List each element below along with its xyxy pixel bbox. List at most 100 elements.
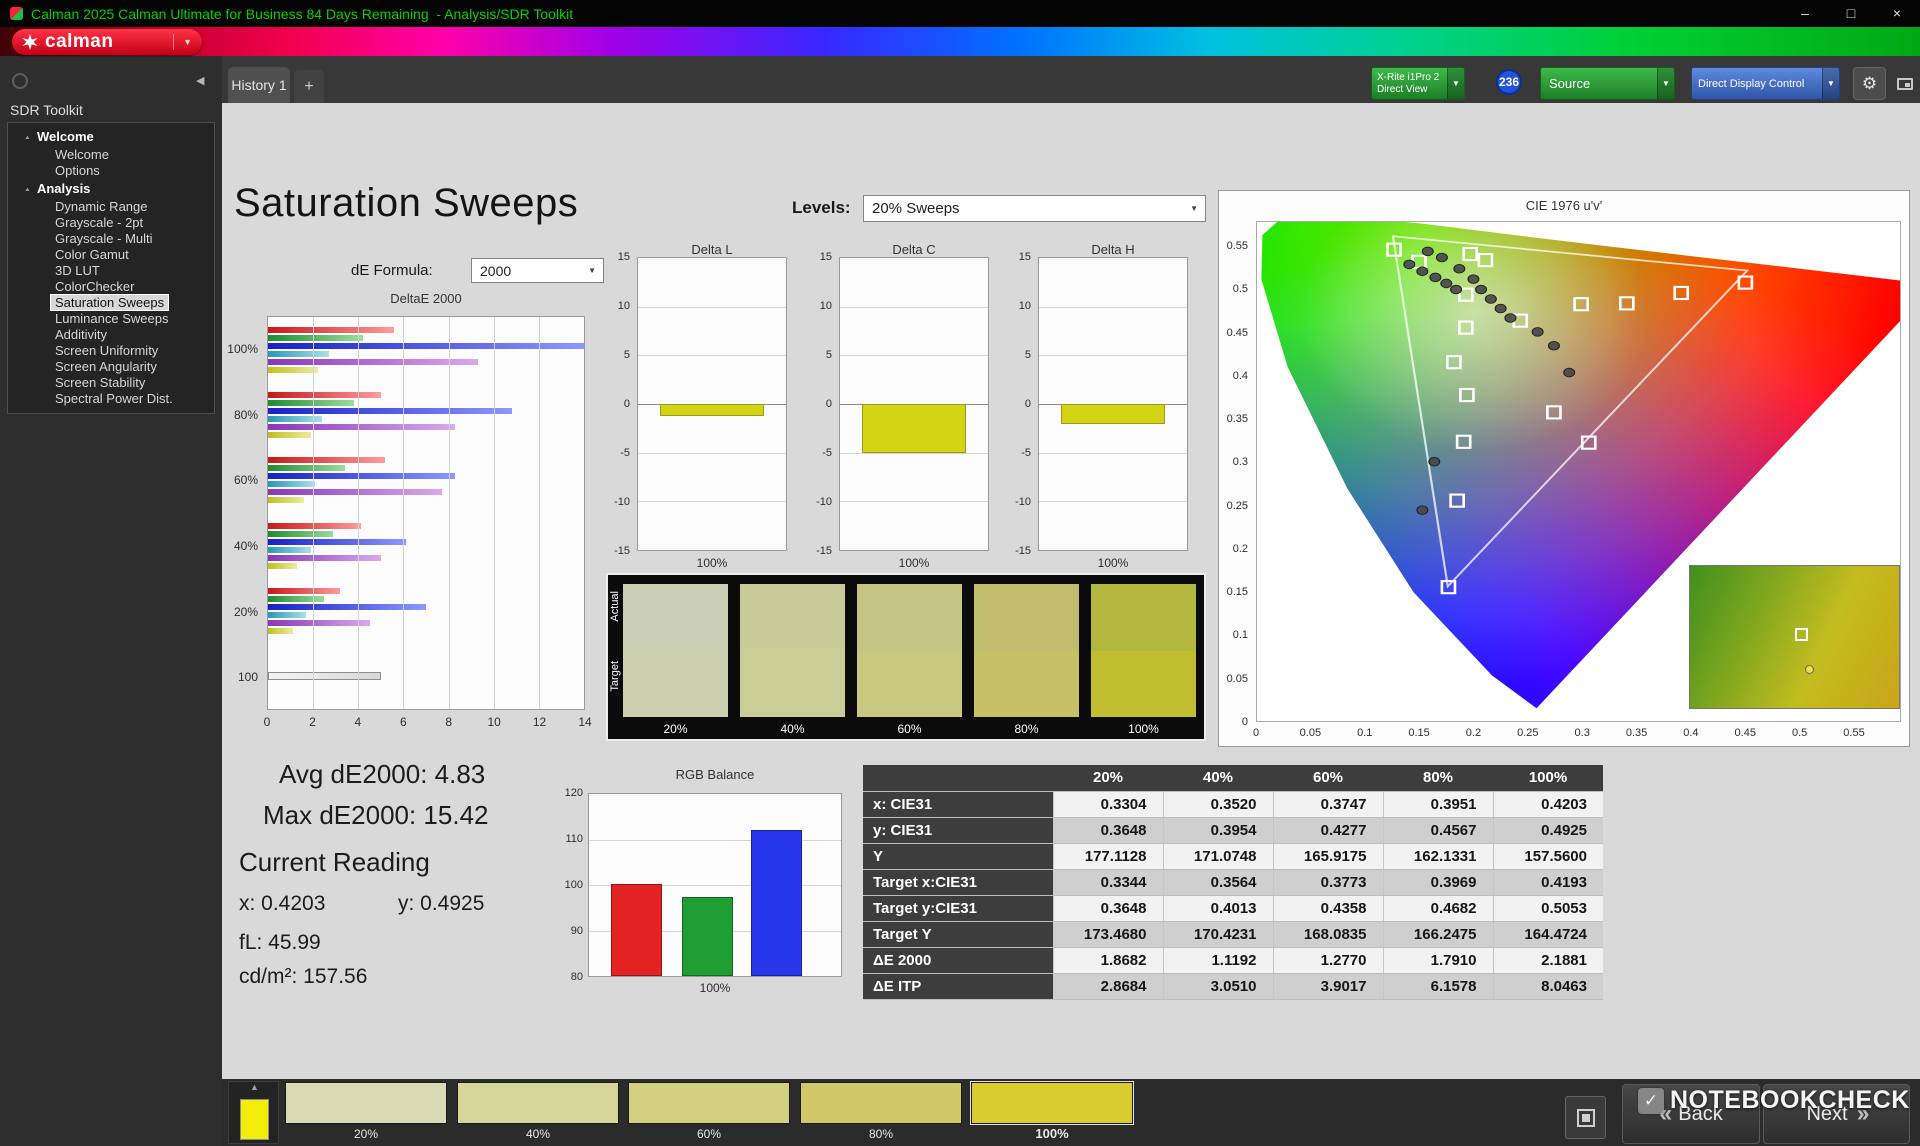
row-value: 162.1331 bbox=[1382, 843, 1493, 870]
sidebar-item-dynamic-range[interactable]: Dynamic Range bbox=[8, 199, 214, 215]
sidebar-item-screen-angularity[interactable]: Screen Angularity bbox=[8, 359, 214, 375]
row-value: 6.1578 bbox=[1382, 973, 1493, 1000]
swatch-comparison-strip: Actual Target 20% 40% 60% 80% 100% bbox=[606, 573, 1206, 741]
pattern-window-button[interactable] bbox=[1565, 1096, 1606, 1139]
patch-button-20[interactable]: 20% bbox=[285, 1082, 447, 1144]
minimize-button[interactable]: – bbox=[1782, 0, 1828, 27]
deltae-group-40 bbox=[268, 513, 584, 578]
row-value: 0.4358 bbox=[1272, 895, 1383, 922]
deltae-bar-magenta bbox=[268, 358, 478, 365]
delta_l-bar bbox=[660, 404, 764, 416]
patch-button-60[interactable]: 60% bbox=[628, 1082, 790, 1144]
row-label: Target y:CIE31 bbox=[863, 895, 1053, 922]
calman-menu-button[interactable]: calman ▼ bbox=[12, 29, 202, 55]
actual-swatch bbox=[623, 584, 728, 651]
delta_l-plot bbox=[637, 257, 787, 551]
sidebar-item-welcome[interactable]: Welcome bbox=[8, 147, 214, 163]
patch-button-80[interactable]: 80% bbox=[800, 1082, 962, 1144]
rgb-ylabels: 120 110 100 90 80 bbox=[564, 787, 583, 983]
row-value: 3.0510 bbox=[1162, 973, 1273, 1000]
row-label: x: CIE31 bbox=[863, 791, 1053, 818]
patch-button-40[interactable]: 40% bbox=[457, 1082, 619, 1144]
patch-button-100[interactable]: 100% bbox=[970, 1081, 1134, 1144]
sidebar-item-3d-lut[interactable]: 3D LUT bbox=[8, 263, 214, 279]
swatch-label: 60% bbox=[897, 722, 922, 736]
title-bar: Calman 2025 Calman Ultimate for Business… bbox=[0, 0, 1920, 27]
current-fl: fL: 45.99 bbox=[239, 931, 321, 954]
sidebar-item-grayscale-multi[interactable]: Grayscale - Multi bbox=[8, 231, 214, 247]
tree-group-analysis[interactable]: ▲ Analysis bbox=[8, 179, 214, 199]
row-value: 157.5600 bbox=[1492, 843, 1603, 870]
sidebar-item-saturation-sweeps[interactable]: Saturation Sweeps bbox=[8, 294, 214, 311]
delta_c-plot bbox=[839, 257, 989, 551]
close-button[interactable]: × bbox=[1874, 0, 1920, 27]
deltae-bar-yellow bbox=[268, 627, 293, 634]
sdr-toolkit-tree: ▲ Welcome Welcome Options ▲ Analysis Dynamic R… bbox=[7, 122, 215, 414]
sidebar-item-screen-stability[interactable]: Screen Stability bbox=[8, 375, 214, 391]
deltae-plot bbox=[267, 316, 585, 710]
strip-swatch-60: 60% bbox=[857, 584, 962, 739]
sidebar-item-additivity[interactable]: Additivity bbox=[8, 327, 214, 343]
deltae-chart-title: DeltaE 2000 bbox=[390, 291, 462, 306]
sidebar-item-luminance-sweeps[interactable]: Luminance Sweeps bbox=[8, 311, 214, 327]
window-layout-button[interactable] bbox=[1892, 69, 1918, 98]
actual-swatch bbox=[857, 584, 962, 651]
sidebar-menu-icon[interactable] bbox=[12, 73, 28, 89]
chevron-down-icon: ▼ bbox=[1447, 68, 1464, 99]
delta_c-bar bbox=[862, 404, 966, 453]
maximize-button[interactable]: □ bbox=[1828, 0, 1874, 27]
de-formula-dropdown[interactable]: 2000 ▼ bbox=[471, 258, 604, 283]
sidebar-item-options[interactable]: Options bbox=[8, 163, 214, 179]
exposure-badge[interactable]: 236 bbox=[1496, 69, 1522, 95]
meter-dropdown[interactable]: X-Rite i1Pro 2 Direct View ▼ bbox=[1371, 67, 1465, 100]
row-value: 8.0463 bbox=[1492, 973, 1603, 1000]
target-swatch bbox=[857, 650, 962, 717]
levels-dropdown[interactable]: 20% Sweeps ▼ bbox=[863, 195, 1206, 222]
target-swatch bbox=[974, 650, 1079, 717]
delta_h-plot bbox=[1038, 257, 1188, 551]
meter-mode: Direct View bbox=[1377, 83, 1428, 95]
sidebar-collapse-icon[interactable]: ◀ bbox=[196, 74, 204, 87]
row-value: 165.9175 bbox=[1272, 843, 1383, 870]
row-value: 0.4682 bbox=[1382, 895, 1493, 922]
measured-point bbox=[1450, 284, 1463, 295]
chevron-down-icon[interactable]: ▼ bbox=[173, 34, 192, 50]
monitor-icon bbox=[1897, 77, 1913, 90]
rgb-bar-blue bbox=[751, 829, 802, 976]
table-row-target-y-cie31: Target y:CIE31 0.3648 0.4013 0.4358 0.4682 0.… bbox=[863, 895, 1603, 922]
sidebar-item-screen-uniformity[interactable]: Screen Uniformity bbox=[8, 343, 214, 359]
deltae-bar-cyan bbox=[268, 546, 311, 553]
chevron-down-icon: ▼ bbox=[1190, 204, 1198, 213]
deltae-bar-green bbox=[268, 530, 334, 537]
measured-point bbox=[1531, 327, 1544, 337]
deltae-bar-blue bbox=[268, 342, 584, 349]
sidebar-item-spectral-power-dist[interactable]: Spectral Power Dist. bbox=[8, 391, 214, 407]
table-row-y: Y 177.1128 171.0748 165.9175 162.1331 157.560… bbox=[863, 843, 1603, 870]
add-tab-button[interactable]: + bbox=[294, 70, 324, 103]
display-control-dropdown[interactable]: Direct Display Control ▼ bbox=[1691, 67, 1840, 100]
chevron-down-icon: ▼ bbox=[588, 266, 596, 275]
row-label: Target Y bbox=[863, 921, 1053, 948]
notebookcheck-logo-icon: ✓ bbox=[1638, 1087, 1664, 1114]
tab-history-1[interactable]: History 1 bbox=[228, 67, 290, 103]
strip-swatch-100: 100% bbox=[1091, 584, 1196, 739]
sidebar-item-color-gamut[interactable]: Color Gamut bbox=[8, 247, 214, 263]
max-de2000: Max dE2000: 15.42 bbox=[263, 800, 489, 830]
table-row-target-x-cie31: Target x:CIE31 0.3344 0.3564 0.3773 0.3969 0.… bbox=[863, 869, 1603, 896]
source-dropdown[interactable]: Source ▼ bbox=[1540, 67, 1675, 100]
row-value: 171.0748 bbox=[1162, 843, 1273, 870]
sidebar-item-label: Welcome bbox=[55, 147, 109, 162]
tree-group-welcome[interactable]: ▲ Welcome bbox=[8, 127, 214, 147]
measured-point bbox=[1429, 272, 1442, 283]
row-value: 1.8682 bbox=[1052, 947, 1163, 974]
deltae-ylabels: 100% 80% 60% 40% 20% 100 bbox=[222, 316, 264, 710]
sidebar-item-label: Grayscale - 2pt bbox=[55, 215, 144, 230]
sidebar-item-grayscale-2pt[interactable]: Grayscale - 2pt bbox=[8, 215, 214, 231]
caret-icon: ▲ bbox=[24, 186, 31, 193]
settings-button[interactable]: ⚙ bbox=[1853, 67, 1886, 100]
deltae-group-100 bbox=[268, 317, 584, 382]
patch-color bbox=[628, 1082, 790, 1124]
delta-l-xlabel: 100% bbox=[696, 556, 728, 570]
app-icon bbox=[10, 7, 23, 20]
sidebar-item-colorchecker[interactable]: ColorChecker bbox=[8, 279, 214, 295]
